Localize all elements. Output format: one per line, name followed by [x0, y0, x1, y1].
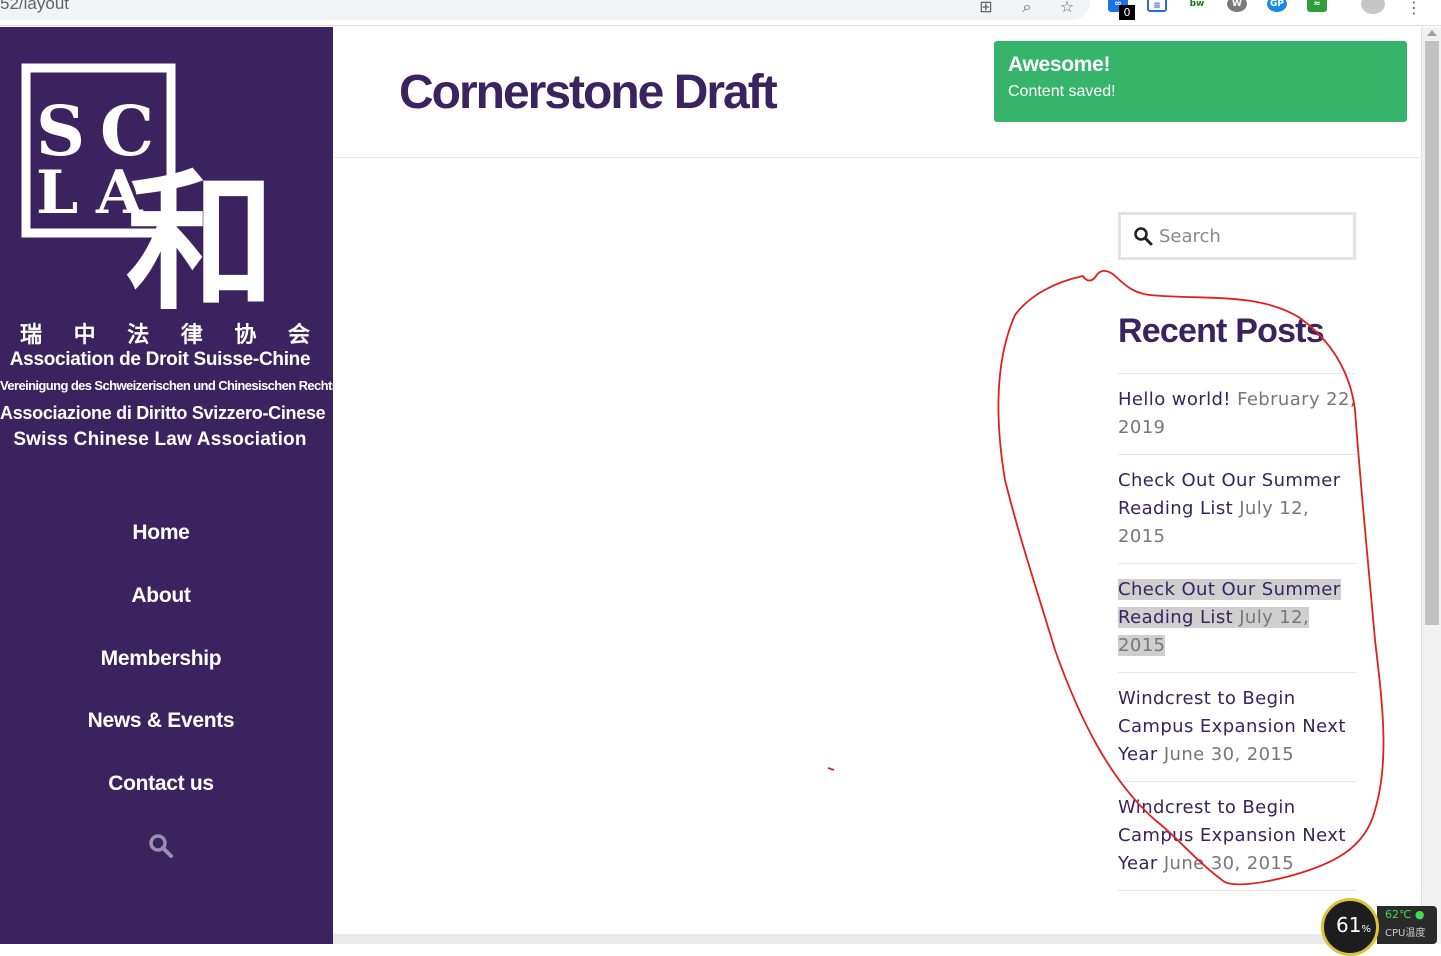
- nav-news-events[interactable]: News & Events: [0, 701, 322, 764]
- association-name-en: Swiss Chinese Law Association: [13, 429, 307, 450]
- scrollbar-thumb[interactable]: [1425, 41, 1439, 625]
- browser-toolbar: 52/layout ⊞ ⌕ ☆ ∞ 0 ≡ bw W GP ≈ ⋮: [0, 0, 1441, 26]
- list-item: Windcrest to Begin Campus Expansion Next…: [1118, 782, 1356, 891]
- chinese-association-name: 瑞 中 法 律 协 会: [20, 317, 310, 349]
- association-name-it: Associazione di Diritto Svizzero-Cinese: [0, 403, 326, 423]
- cn-char: 瑞: [20, 323, 43, 348]
- cpu-temperature: 62℃ ●: [1385, 908, 1425, 921]
- notice-title: Awesome!: [1008, 53, 1111, 76]
- post-link[interactable]: Hello world!: [1118, 389, 1231, 410]
- success-notice[interactable]: Awesome! Content saved!: [994, 41, 1407, 122]
- cpu-percent: 61%: [1336, 913, 1371, 937]
- id-card-extension-icon[interactable]: ≡: [1147, 0, 1167, 12]
- nav-contact-us[interactable]: Contact us: [0, 764, 322, 827]
- bookmark-star-icon[interactable]: ☆: [1057, 0, 1077, 16]
- wordpress-extension-icon[interactable]: W: [1227, 0, 1247, 12]
- green-extension-icon[interactable]: ≈: [1307, 0, 1327, 12]
- post-date: June 30, 2015: [1163, 744, 1295, 765]
- search-icon[interactable]: [1133, 226, 1153, 246]
- profile-avatar[interactable]: [1361, 0, 1385, 14]
- list-item: Check Out Our Summer Reading List July 1…: [1118, 455, 1356, 564]
- scroll-up-arrow-icon[interactable]: [1427, 30, 1437, 36]
- nav-membership[interactable]: Membership: [0, 639, 322, 702]
- nav-about[interactable]: About: [0, 576, 322, 639]
- leaf-icon: ●: [1414, 908, 1425, 921]
- nav-home[interactable]: Home: [0, 513, 322, 576]
- vertical-scrollbar[interactable]: [1421, 27, 1441, 944]
- recent-posts-list: Hello world! February 22, 2019 Check Out…: [1118, 373, 1356, 891]
- cn-char: 中: [73, 323, 96, 348]
- horizontal-scrollbar[interactable]: [333, 934, 1421, 944]
- bw-extension-icon[interactable]: bw: [1187, 0, 1207, 12]
- logo-letter-l: L: [36, 158, 78, 228]
- cpu-label: CPU温度: [1385, 928, 1426, 939]
- cn-char: 会: [287, 323, 310, 348]
- address-bar[interactable]: [0, 0, 1090, 20]
- association-name-fr: Association de Droit Suisse-Chine: [9, 349, 311, 370]
- extension-badge: 0: [1119, 5, 1135, 20]
- list-item: Hello world! February 22, 2019: [1118, 374, 1356, 455]
- cpu-monitor-widget[interactable]: 62℃ ● CPU温度 61%: [1319, 898, 1437, 956]
- main-navigation: Home About Membership News & Events Cont…: [0, 513, 322, 827]
- cn-char: 法: [127, 323, 150, 348]
- scla-logo[interactable]: S C L A 和: [18, 63, 308, 323]
- sidebar: S C L A 和 瑞 中 法 律 协 会 Association de Dro…: [0, 27, 339, 944]
- search-input[interactable]: [1159, 223, 1339, 249]
- page-title: Cornerstone Draft: [399, 66, 778, 119]
- association-name-de: Vereinigung des Schweizerischen und Chin…: [0, 378, 339, 393]
- main-content: Cornerstone Draft Awesome! Content saved…: [333, 27, 1421, 934]
- notice-message: Content saved!: [1008, 83, 1116, 100]
- list-item-selected: Check Out Our Summer Reading List July 1…: [1118, 564, 1356, 673]
- recent-posts-title: Recent Posts: [1118, 312, 1325, 350]
- cpu-info-panel: 62℃ ● CPU温度: [1377, 906, 1437, 944]
- gp-extension-icon[interactable]: GP: [1267, 0, 1287, 12]
- url-text[interactable]: 52/layout: [0, 0, 69, 14]
- cn-char: 律: [180, 323, 203, 348]
- cpu-usage-gauge: 61%: [1321, 898, 1379, 956]
- search-widget: [1118, 212, 1356, 260]
- cn-char: 协: [234, 323, 257, 348]
- list-item: Windcrest to Begin Campus Expansion Next…: [1118, 673, 1356, 782]
- browser-menu-icon[interactable]: ⋮: [1406, 0, 1422, 17]
- zoom-icon[interactable]: ⌕: [1017, 0, 1037, 16]
- post-date: June 30, 2015: [1163, 853, 1295, 874]
- search-icon[interactable]: [148, 833, 174, 859]
- translate-icon[interactable]: ⊞: [976, 0, 996, 16]
- logo-brush-character: 和: [126, 157, 276, 323]
